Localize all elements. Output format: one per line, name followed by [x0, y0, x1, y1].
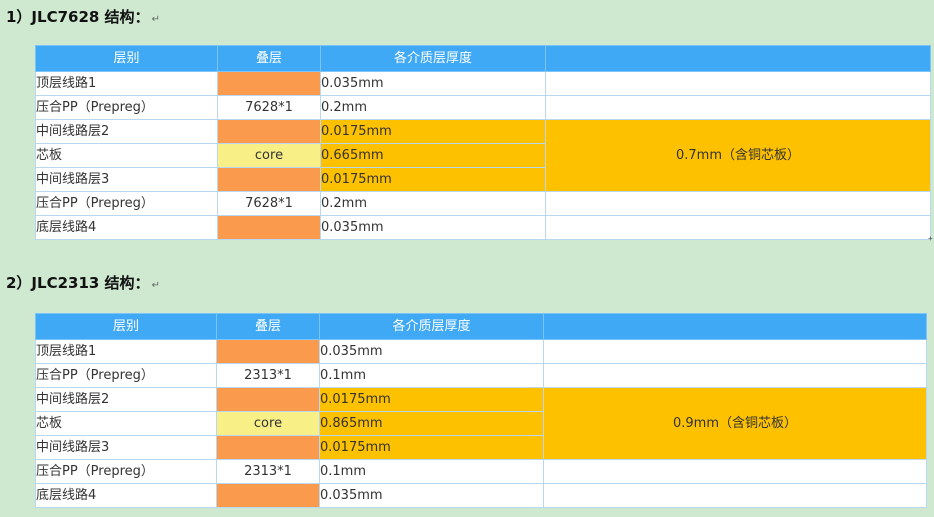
table-row: 中间线路层2 0.0175mm 0.9mm（含铜芯板） — [35, 387, 927, 460]
layer-name: 芯板 — [35, 411, 217, 436]
layer-name: 压合PP（Prepreg） — [35, 363, 217, 388]
thickness-cell: 0.2mm — [320, 95, 546, 120]
thickness-cell: 0.035mm — [319, 483, 544, 508]
header-layer: 层别 — [35, 45, 218, 72]
stack-cell — [216, 387, 320, 412]
thickness-cell: 0.1mm — [319, 459, 544, 484]
thickness-cell: 0.035mm — [320, 215, 546, 240]
layer-name: 中间线路层2 — [35, 119, 218, 144]
stack-cell — [217, 167, 321, 192]
stack-cell — [217, 119, 321, 144]
table-row: 顶层线路1 0.035mm — [35, 339, 927, 364]
total-cell — [545, 71, 931, 96]
total-cell — [545, 95, 931, 120]
header-thickness: 各介质层厚度 — [320, 45, 546, 72]
header-thickness: 各介质层厚度 — [319, 313, 544, 340]
stack-cell — [216, 435, 320, 460]
stack-cell: core — [217, 143, 321, 168]
table-row: 压合PP（Prepreg） 2313*1 0.1mm — [35, 459, 927, 484]
layer-name: 压合PP（Prepreg） — [35, 191, 218, 216]
header-layer: 层别 — [35, 313, 217, 340]
thickness-cell: 0.035mm — [320, 71, 546, 96]
total-cell — [545, 191, 931, 216]
stack-cell — [216, 483, 320, 508]
layer-name: 顶层线路1 — [35, 339, 217, 364]
header-total — [543, 313, 927, 340]
stack-cell — [217, 71, 321, 96]
section-2-heading: 2）JLC2313 结构： ↵ — [6, 274, 160, 292]
thickness-cell: 0.0175mm — [320, 119, 546, 144]
table-row: 压合PP（Prepreg） 7628*1 0.2mm — [35, 95, 931, 120]
paragraph-mark-icon: ↵ — [151, 280, 160, 291]
total-cell — [543, 339, 927, 364]
stack-cell: 2313*1 — [216, 459, 320, 484]
thickness-cell: 0.865mm — [319, 411, 544, 436]
stackup-table-1: 层别 叠层 各介质层厚度 顶层线路1 0.035mm 压合PP（Prepreg）… — [35, 45, 931, 240]
table-row: 底层线路4 0.035mm — [35, 215, 931, 240]
table-header-row: 层别 叠层 各介质层厚度 — [35, 313, 927, 340]
paragraph-mark-icon: ↵ — [151, 14, 160, 25]
layer-name: 中间线路层3 — [35, 167, 218, 192]
table-row: 压合PP（Prepreg） 7628*1 0.2mm — [35, 191, 931, 216]
table-header-row: 层别 叠层 各介质层厚度 — [35, 45, 931, 72]
stack-cell: 7628*1 — [217, 191, 321, 216]
thickness-cell: 0.035mm — [319, 339, 544, 364]
stack-cell: 2313*1 — [216, 363, 320, 388]
table-row: 中间线路层2 0.0175mm 0.7mm（含铜芯板） — [35, 119, 931, 192]
thickness-cell: 0.1mm — [319, 363, 544, 388]
stack-cell — [216, 339, 320, 364]
total-cell — [545, 215, 931, 240]
section-1-heading: 1）JLC7628 结构： ↵ — [6, 8, 160, 26]
layer-name: 顶层线路1 — [35, 71, 218, 96]
layer-name: 底层线路4 — [35, 215, 218, 240]
total-cell — [543, 363, 927, 388]
layer-name: 芯板 — [35, 143, 218, 168]
layer-name: 压合PP（Prepreg） — [35, 459, 217, 484]
total-cell — [543, 459, 927, 484]
table-row: 底层线路4 0.035mm — [35, 483, 927, 508]
stack-cell: core — [216, 411, 320, 436]
table-end-marker: + — [928, 234, 933, 243]
thickness-cell: 0.0175mm — [320, 167, 546, 192]
total-cell — [543, 483, 927, 508]
stack-cell — [217, 215, 321, 240]
stackup-table-2: 层别 叠层 各介质层厚度 顶层线路1 0.035mm 压合PP（Prepreg）… — [35, 313, 927, 508]
table-row: 压合PP（Prepreg） 2313*1 0.1mm — [35, 363, 927, 388]
layer-name: 压合PP（Prepreg） — [35, 95, 218, 120]
table-row: 顶层线路1 0.035mm — [35, 71, 931, 96]
header-total — [545, 45, 931, 72]
thickness-cell: 0.2mm — [320, 191, 546, 216]
header-stack: 叠层 — [217, 45, 321, 72]
layer-name: 中间线路层3 — [35, 435, 217, 460]
core-total-cell: 0.9mm（含铜芯板） — [543, 387, 927, 460]
stack-cell: 7628*1 — [217, 95, 321, 120]
header-stack: 叠层 — [216, 313, 320, 340]
thickness-cell: 0.0175mm — [319, 387, 544, 412]
thickness-cell: 0.665mm — [320, 143, 546, 168]
layer-name: 中间线路层2 — [35, 387, 217, 412]
layer-name: 底层线路4 — [35, 483, 217, 508]
thickness-cell: 0.0175mm — [319, 435, 544, 460]
core-total-cell: 0.7mm（含铜芯板） — [545, 119, 931, 192]
